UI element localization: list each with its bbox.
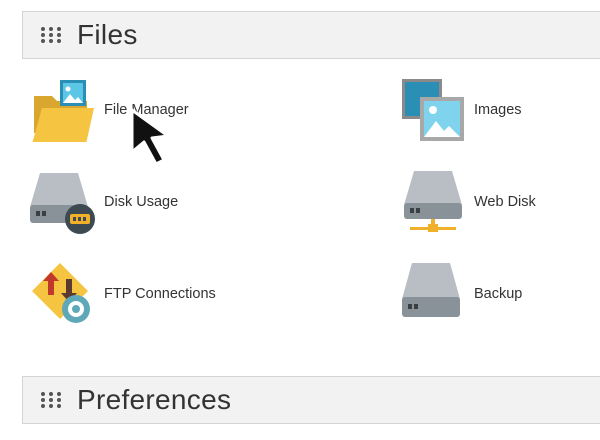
images-icon	[402, 79, 464, 141]
backup-link[interactable]: Backup	[398, 262, 522, 326]
backup-icon	[402, 263, 460, 317]
web-disk-icon	[404, 171, 462, 232]
file-manager-label: File Manager	[104, 102, 189, 118]
disk-usage-link[interactable]: Disk Usage	[28, 170, 178, 234]
ftp-connections-label: FTP Connections	[104, 286, 216, 302]
web-disk-link[interactable]: Web Disk	[398, 170, 536, 234]
grip-icon	[41, 27, 61, 43]
images-label: Images	[474, 102, 522, 118]
preferences-section-header[interactable]: Preferences	[22, 376, 600, 424]
backup-label: Backup	[474, 286, 523, 302]
images-link[interactable]: Images	[398, 78, 522, 142]
web-disk-label: Web Disk	[474, 194, 536, 210]
disk-usage-icon	[30, 173, 95, 234]
preferences-section-title: Preferences	[77, 384, 232, 415]
ftp-connections-link[interactable]: FTP Connections	[28, 262, 216, 326]
grip-icon	[41, 392, 61, 408]
file-manager-link[interactable]: File Manager	[28, 78, 189, 142]
folder-image-icon	[32, 80, 94, 142]
ftp-icon	[32, 263, 90, 323]
disk-usage-label: Disk Usage	[104, 194, 179, 210]
files-section-header[interactable]: Files	[22, 11, 600, 59]
files-section-title: Files	[77, 19, 138, 50]
